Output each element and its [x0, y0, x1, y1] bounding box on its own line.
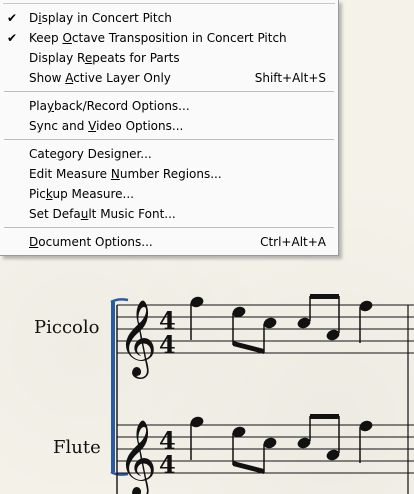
menu-item-set-default-music-font[interactable]: Set Default Music Font...: [0, 204, 338, 224]
document-menu: ✔ Display in Concert Pitch ✔ Keep Octave…: [0, 0, 339, 256]
menu-item-label: Display in Concert Pitch: [29, 11, 172, 25]
checkmark-icon: ✔: [6, 31, 18, 45]
menu-separator: [4, 139, 334, 140]
notes-flute[interactable]: [190, 414, 373, 474]
eighth-note: [263, 317, 277, 329]
menu-item-edit-measure-number-regions[interactable]: Edit Measure Number Regions...: [0, 164, 338, 184]
menu-item-keep-octave-transposition[interactable]: ✔ Keep Octave Transposition in Concert P…: [0, 28, 338, 48]
staff-name-flute[interactable]: Flute: [53, 437, 101, 458]
quarter-note: [190, 296, 204, 308]
menu-item-display-repeats-for-parts[interactable]: Display Repeats for Parts: [0, 48, 338, 68]
eighth-note: [297, 317, 311, 329]
notes-piccolo[interactable]: [190, 294, 373, 354]
note-beam: [233, 341, 264, 354]
menu-item-label: Category Designer...: [29, 147, 152, 161]
menu-item-label: Keep Octave Transposition in Concert Pit…: [29, 31, 287, 45]
note-beam: [233, 461, 264, 474]
eighth-note: [326, 329, 340, 341]
eighth-note: [326, 449, 340, 461]
time-signature-bottom: 4: [159, 330, 176, 359]
eighth-note: [232, 306, 246, 318]
checkmark-icon: ✔: [6, 11, 18, 25]
menu-item-label: Document Options...: [29, 235, 153, 249]
menu-item-label: Edit Measure Number Regions...: [29, 167, 222, 181]
menu-item-label: Display Repeats for Parts: [29, 51, 180, 65]
menu-item-category-designer[interactable]: Category Designer...: [0, 144, 338, 164]
menu-separator: [4, 91, 334, 92]
treble-clef-icon: 𝄞: [118, 419, 157, 494]
quarter-note: [190, 416, 204, 428]
menu-item-display-in-concert-pitch[interactable]: ✔ Display in Concert Pitch: [0, 8, 338, 28]
menu-item-document-options[interactable]: Document Options... Ctrl+Alt+A: [0, 232, 338, 252]
menu-item-shortcut: Ctrl+Alt+A: [260, 235, 326, 249]
staff-name-piccolo[interactable]: Piccolo: [34, 317, 99, 338]
menu-item-label: Set Default Music Font...: [29, 207, 176, 221]
quarter-note: [359, 420, 373, 432]
note-beam: [310, 414, 339, 419]
quarter-note: [359, 300, 373, 312]
menu-item-label: Playback/Record Options...: [29, 99, 190, 113]
time-signature-bottom: 4: [159, 450, 176, 479]
note-beam: [310, 294, 339, 299]
menu-item-pickup-measure[interactable]: Pickup Measure...: [0, 184, 338, 204]
menu-item-sync-and-video-options[interactable]: Sync and Video Options...: [0, 116, 338, 136]
eighth-note: [232, 426, 246, 438]
menu-item-label: Pickup Measure...: [29, 187, 134, 201]
treble-clef-icon: 𝄞: [118, 299, 157, 379]
eighth-note: [297, 437, 311, 449]
menu-item-label: Sync and Video Options...: [29, 119, 184, 133]
eighth-note: [263, 437, 277, 449]
menu-top-divider: [3, 3, 335, 4]
menu-item-show-active-layer-only[interactable]: Show Active Layer Only Shift+Alt+S: [0, 68, 338, 88]
menu-item-label: Show Active Layer Only: [29, 71, 171, 85]
menu-separator: [4, 227, 334, 228]
menu-item-playback-record-options[interactable]: Playback/Record Options...: [0, 96, 338, 116]
menu-item-shortcut: Shift+Alt+S: [254, 71, 326, 85]
